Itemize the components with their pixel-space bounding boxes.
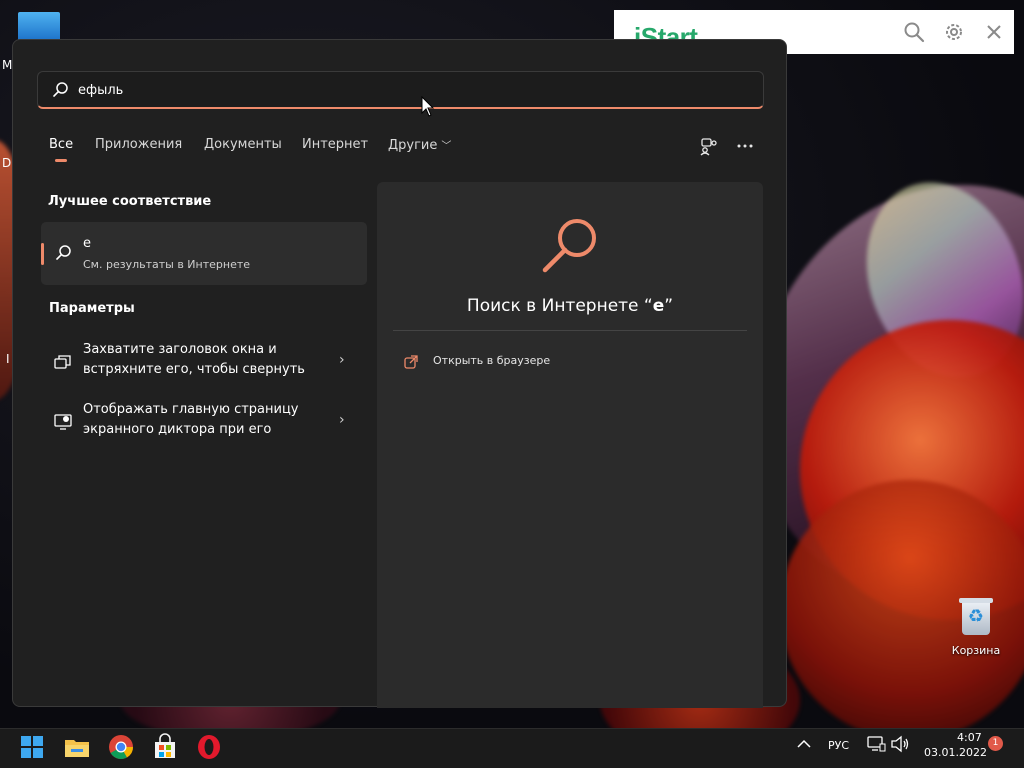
best-match-item[interactable]: е См. результаты в Интернете — [41, 222, 367, 285]
network-icon[interactable] — [866, 735, 886, 753]
tab-all[interactable]: Все — [49, 137, 73, 162]
clock-date[interactable]: 03.01.2022 — [924, 746, 987, 759]
volume-icon[interactable] — [890, 735, 910, 753]
search-input[interactable] — [78, 79, 718, 101]
gear-icon[interactable] — [942, 20, 966, 44]
search-icon[interactable] — [902, 20, 926, 44]
recycle-bin-label: Корзина — [951, 644, 1001, 657]
chrome-icon[interactable] — [107, 733, 135, 761]
settings-section-title: Параметры — [49, 301, 135, 316]
window-shake-icon — [54, 355, 71, 369]
best-match-subtitle: См. результаты в Интернете — [83, 258, 251, 271]
desktop-icon-label: D — [2, 156, 12, 170]
people-search-icon[interactable] — [699, 136, 719, 156]
microsoft-store-icon[interactable] — [151, 733, 179, 761]
open-in-browser-label: Открыть в браузере — [433, 354, 551, 367]
narrator-icon — [54, 414, 72, 430]
external-link-icon — [404, 355, 418, 369]
desktop-icon[interactable] — [18, 12, 60, 42]
mouse-cursor-icon — [421, 96, 435, 117]
tab-more[interactable]: Другие ﹀ — [388, 137, 451, 153]
best-match-title: Лучшее соответствие — [48, 194, 212, 209]
tab-documents[interactable]: Документы — [204, 137, 282, 152]
search-box[interactable] — [37, 71, 764, 109]
search-icon — [56, 245, 71, 260]
language-indicator[interactable]: РУС — [828, 739, 849, 752]
chevron-right-icon: › — [339, 412, 345, 428]
search-icon — [53, 82, 68, 97]
settings-item-aero-shake[interactable]: Захватите заголовок окна и встряхните ег… — [41, 340, 367, 390]
windows-search-panel: Все Приложения Документы Интернет Другие… — [12, 39, 787, 708]
preview-title: Поиск в Интернете “е” — [466, 296, 674, 316]
desktop-icon-label: M — [2, 58, 13, 72]
chevron-down-icon: ﹀ — [441, 141, 452, 152]
recycle-bin-icon: ♻ — [959, 596, 993, 636]
windows-start-icon[interactable] — [18, 733, 46, 761]
selection-accent — [41, 243, 44, 265]
chevron-up-icon[interactable] — [794, 734, 814, 754]
chevron-right-icon: › — [339, 352, 345, 368]
clock-time[interactable]: 4:07 — [957, 731, 982, 744]
settings-item-label: Отображать главную страницу экранного ди… — [83, 402, 299, 437]
best-match-label: е — [83, 236, 91, 251]
web-search-icon — [542, 219, 596, 273]
opera-icon[interactable] — [195, 733, 223, 761]
notification-badge[interactable]: 1 — [988, 736, 1003, 751]
close-icon[interactable] — [982, 20, 1006, 44]
recycle-bin[interactable]: ♻ Корзина — [946, 596, 1006, 657]
tab-web[interactable]: Интернет — [302, 137, 368, 152]
desktop-icon-label: I — [6, 352, 10, 366]
result-preview-pane: Поиск в Интернете “е” Открыть в браузере — [377, 182, 763, 708]
tab-apps[interactable]: Приложения — [95, 137, 182, 152]
file-explorer-icon[interactable] — [63, 733, 91, 761]
more-icon[interactable] — [735, 136, 755, 156]
settings-item-label: Захватите заголовок окна и встряхните ег… — [83, 342, 305, 377]
active-tab-indicator — [55, 159, 67, 162]
settings-item-narrator[interactable]: Отображать главную страницу экранного ди… — [41, 400, 367, 450]
divider — [393, 330, 747, 331]
